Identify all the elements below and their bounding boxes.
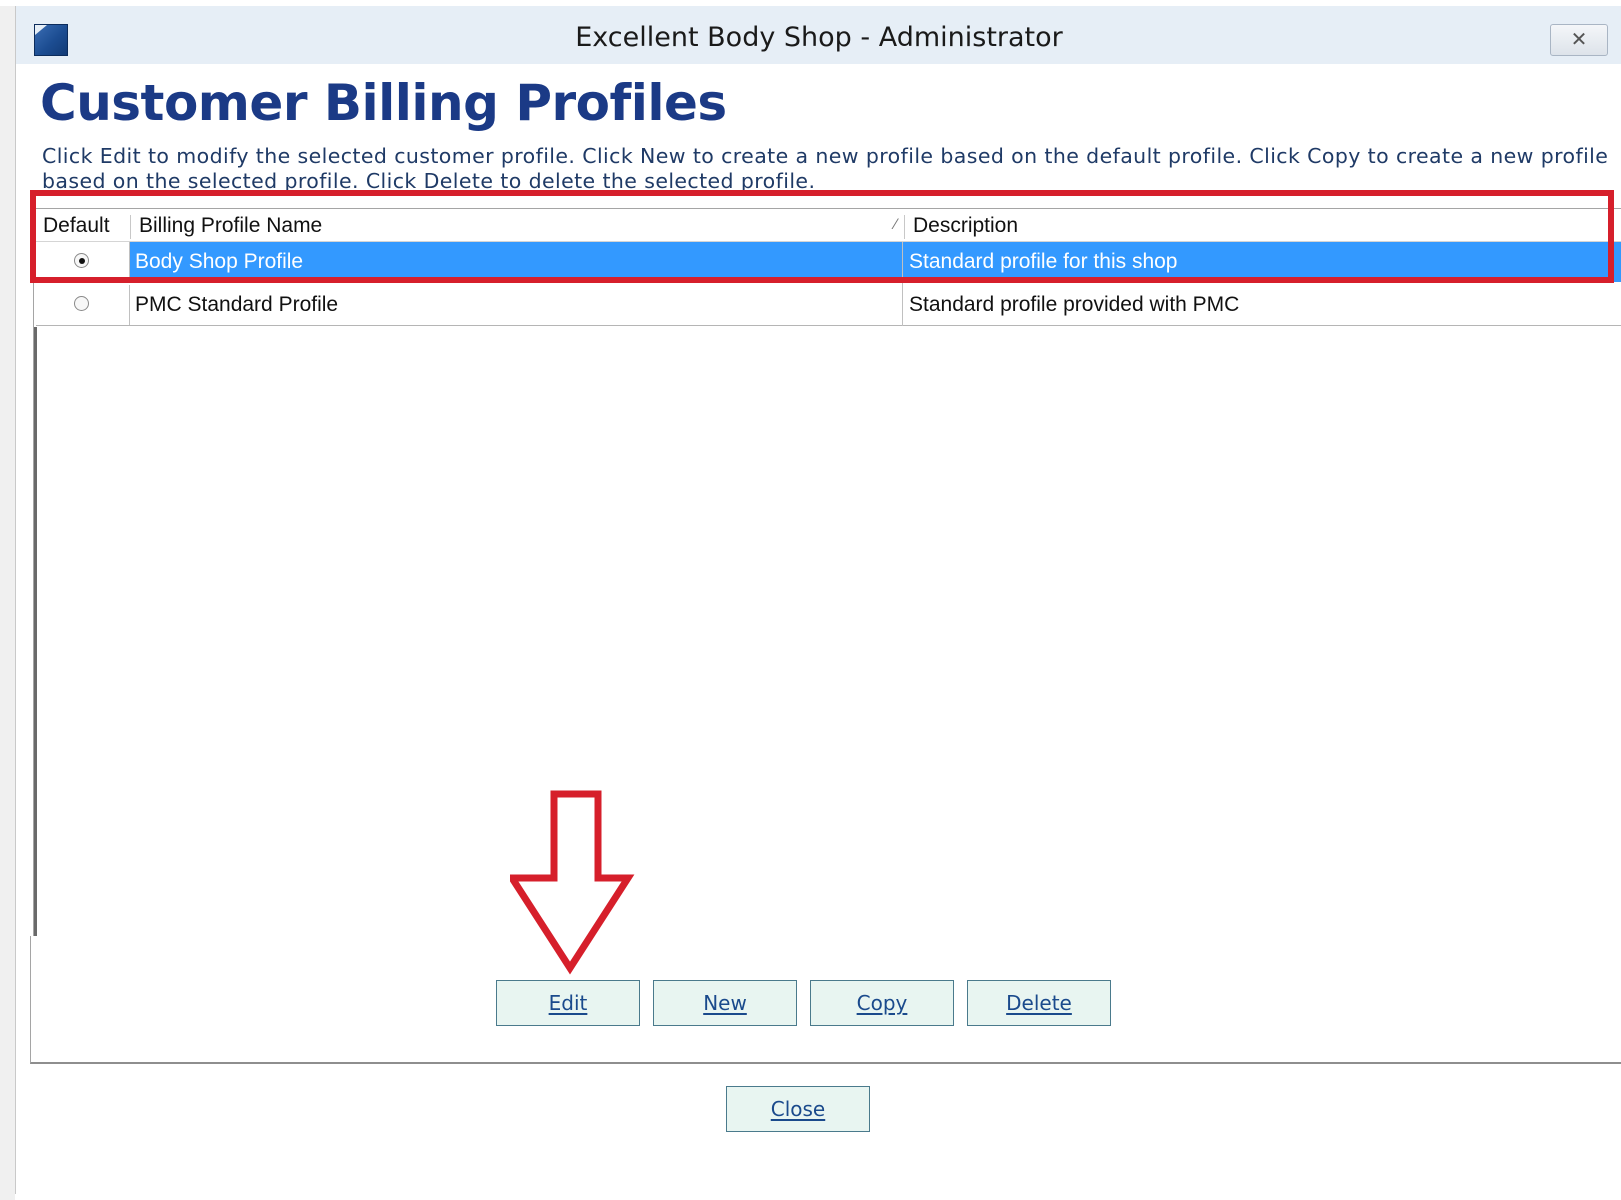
window-title: Excellent Body Shop - Administrator [575, 22, 1063, 53]
annotation-highlight-box [30, 190, 1614, 283]
close-icon: ✕ [1570, 27, 1588, 51]
edit-button[interactable]: Edit [496, 980, 640, 1026]
close-button[interactable]: Close [726, 1086, 870, 1132]
default-cell [36, 285, 130, 325]
desktop-edge [0, 6, 15, 1200]
page-title: Customer Billing Profiles [40, 74, 727, 132]
table-row[interactable]: PMC Standard Profile Standard profile pr… [36, 285, 1621, 326]
description-cell: Standard profile provided with PMC [909, 293, 1240, 316]
delete-button[interactable]: Delete [967, 980, 1111, 1026]
admin-window: Excellent Body Shop - Administrator ✕ Cu… [15, 6, 1621, 1194]
annotation-down-arrow-icon [510, 790, 635, 975]
instructions-text: Click Edit to modify the selected custom… [42, 144, 1609, 193]
billing-profiles-grid: Default Billing Profile Name ⁄ Descripti… [33, 208, 1621, 944]
grid-left-shadow [34, 327, 37, 941]
close-window-button[interactable]: ✕ [1550, 24, 1608, 56]
default-radio[interactable] [74, 296, 89, 311]
copy-button[interactable]: Copy [810, 980, 954, 1026]
action-button-panel: Edit New Copy Delete [30, 936, 1621, 1064]
title-bar[interactable]: Excellent Body Shop - Administrator ✕ [16, 6, 1621, 64]
profile-name-cell: PMC Standard Profile [135, 293, 339, 316]
new-button[interactable]: New [653, 980, 797, 1026]
